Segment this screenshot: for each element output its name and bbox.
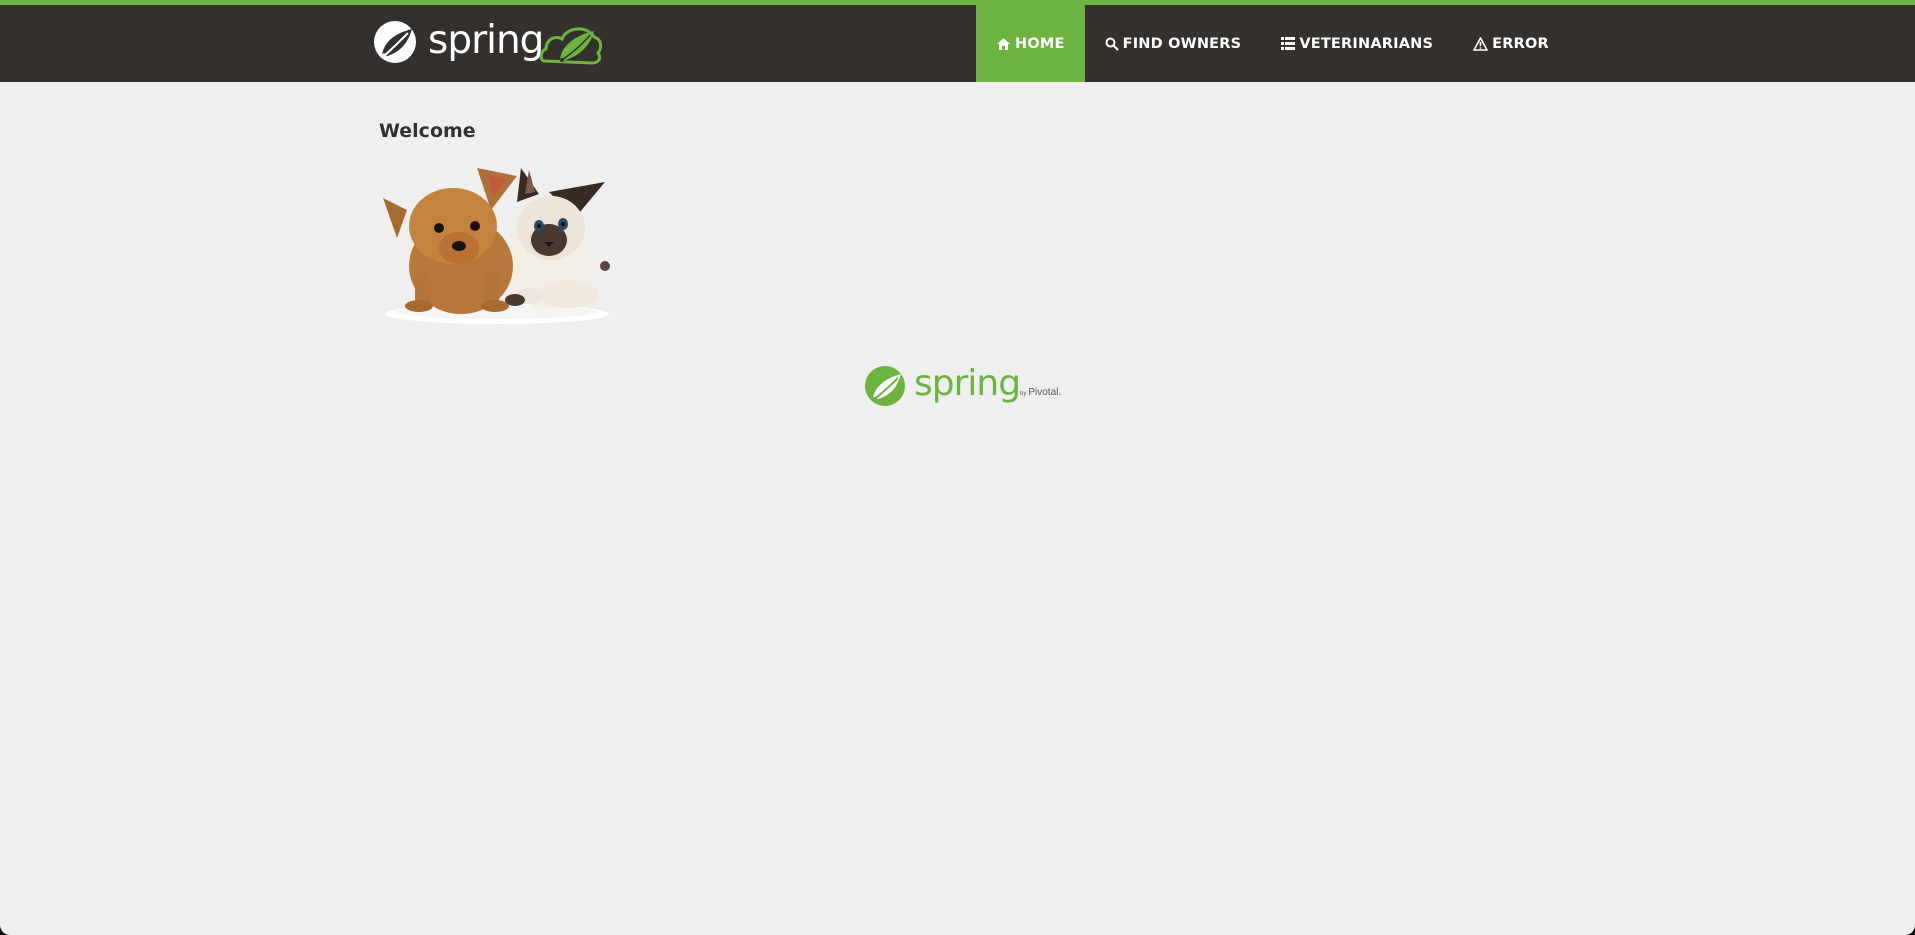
spring-cloud-leaf-icon bbox=[539, 27, 603, 65]
pivotal-label: Pivotal. bbox=[1028, 387, 1062, 398]
by-label: by bbox=[1020, 391, 1027, 397]
nav-veterinarians[interactable]: VETERINARIANS bbox=[1261, 5, 1453, 82]
main-nav: HOME FIND OWNERS VETERINARIANS ERROR bbox=[976, 5, 1569, 82]
top-navbar: spring HOME FIND OWNERS VETERINARIANS ER… bbox=[0, 0, 1915, 82]
brand-wordmark: spring bbox=[428, 18, 544, 63]
pivotal-byline: by Pivotal. bbox=[1020, 387, 1061, 398]
page-title: Welcome bbox=[379, 120, 476, 142]
footer-spring-pivotal-logo: spring by Pivotal. bbox=[864, 363, 1064, 410]
app-window: spring HOME FIND OWNERS VETERINARIANS ER… bbox=[0, 0, 1915, 935]
main-content: Welcome bbox=[379, 120, 610, 324]
nav-home-label: HOME bbox=[1015, 35, 1065, 52]
search-icon bbox=[1105, 37, 1119, 51]
nav-home[interactable]: HOME bbox=[976, 5, 1085, 82]
spring-leaf-icon bbox=[374, 21, 416, 63]
warning-icon bbox=[1473, 36, 1488, 51]
pets-image bbox=[383, 168, 610, 324]
nav-find-owners[interactable]: FIND OWNERS bbox=[1085, 5, 1262, 82]
nav-find-owners-label: FIND OWNERS bbox=[1122, 35, 1242, 52]
nav-veterinarians-label: VETERINARIANS bbox=[1299, 35, 1434, 52]
spring-logo-link[interactable]: spring bbox=[372, 17, 604, 67]
footer-wordmark: spring bbox=[914, 363, 1021, 404]
nav-error[interactable]: ERROR bbox=[1453, 5, 1569, 82]
list-icon bbox=[1281, 37, 1296, 50]
nav-error-label: ERROR bbox=[1492, 35, 1549, 52]
spring-leaf-icon bbox=[865, 366, 905, 406]
home-icon bbox=[996, 37, 1011, 51]
